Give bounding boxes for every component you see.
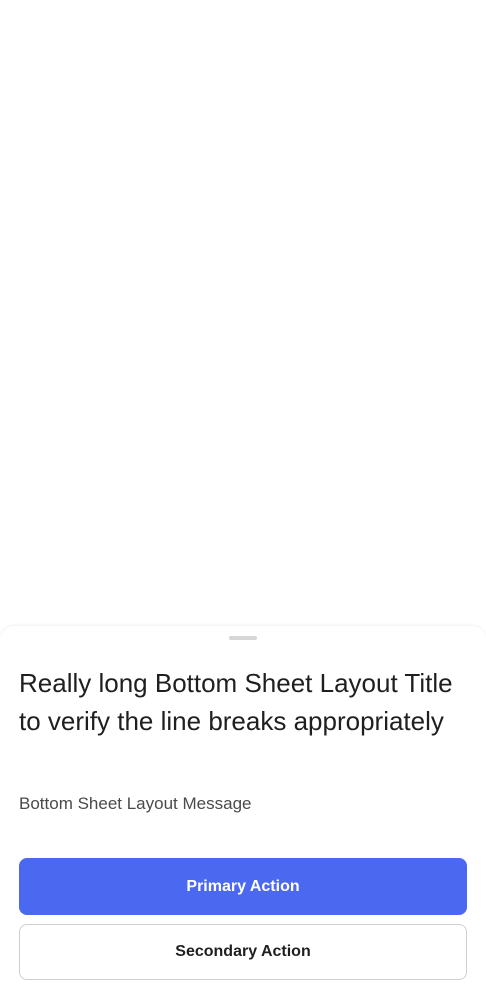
background-content-area: [0, 0, 486, 626]
drag-handle[interactable]: [229, 636, 257, 640]
bottom-sheet-title: Really long Bottom Sheet Layout Title to…: [19, 668, 453, 736]
primary-action-button[interactable]: Primary Action: [19, 858, 467, 915]
secondary-action-button[interactable]: Secondary Action: [19, 924, 467, 980]
bottom-sheet: Really long Bottom Sheet Layout Title to…: [0, 626, 486, 1000]
bottom-sheet-message: Bottom Sheet Layout Message: [19, 794, 252, 813]
screen: Really long Bottom Sheet Layout Title to…: [0, 0, 486, 1000]
